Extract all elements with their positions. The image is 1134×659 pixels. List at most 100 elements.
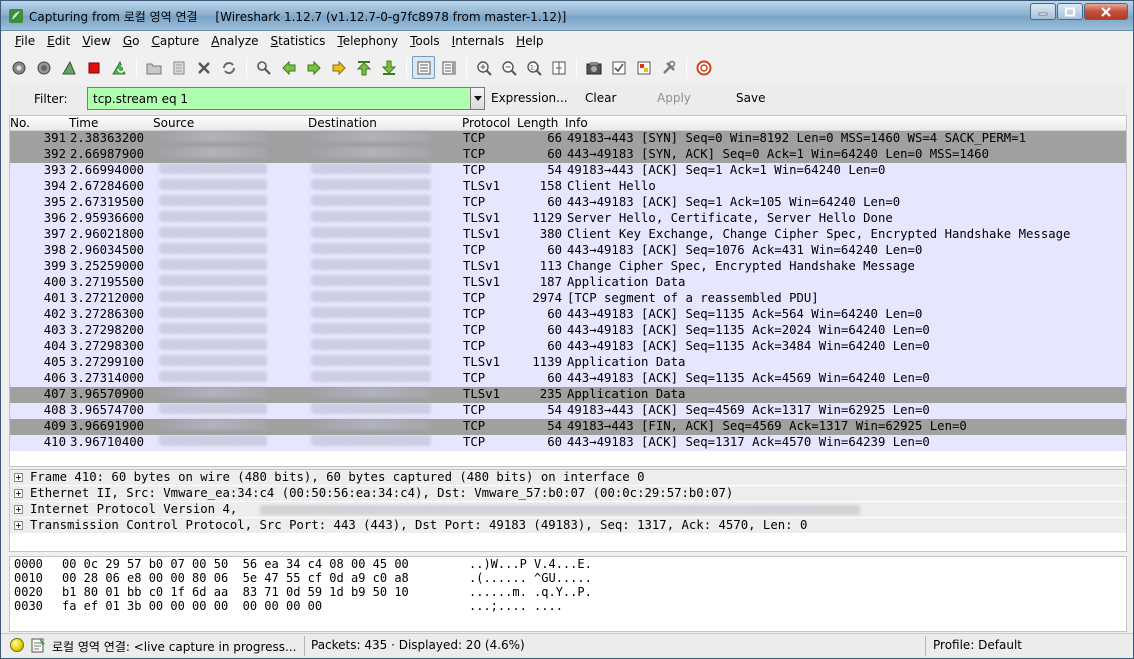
interface-list-icon[interactable] (7, 56, 30, 79)
menu-analyze[interactable]: Analyze (205, 32, 264, 52)
zoom-out-icon[interactable] (497, 56, 520, 79)
expression-button[interactable]: Expression... (491, 91, 568, 105)
menu-help[interactable]: Help (510, 32, 549, 52)
packet-row[interactable]: 409 3.96691900 TCP 54 49183→443 [FIN, ACK] S… (10, 419, 1126, 435)
column-header-source[interactable]: Source (153, 116, 194, 130)
stop-capture-icon[interactable] (82, 56, 105, 79)
detail-tree-item[interactable]: Ethernet II, Src: Vmware_ea:34:c4 (00:50… (10, 486, 1126, 502)
menu-tools[interactable]: Tools (404, 32, 446, 52)
minimize-button[interactable] (1030, 3, 1056, 20)
coloring-rules-icon[interactable] (632, 56, 655, 79)
go-forward-icon[interactable] (302, 56, 325, 79)
go-to-packet-icon[interactable] (327, 56, 350, 79)
packet-row[interactable]: 400 3.27195500 TLSv1 187 Application Data (10, 275, 1126, 291)
help-icon[interactable] (692, 56, 715, 79)
packet-row[interactable]: 396 2.95936600 TLSv1 1129 Server Hello, Cert… (10, 211, 1126, 227)
menu-edit[interactable]: Edit (41, 32, 76, 52)
packet-row[interactable]: 407 3.96570900 TLSv1 235 Application Data (10, 387, 1126, 403)
packet-row[interactable]: 392 2.66987900 TCP 60 443→49183 [SYN, ACK] S… (10, 147, 1126, 163)
packet-list: No. Time Source Destination Protocol Len… (9, 115, 1127, 467)
hex-row[interactable]: 0020 b1 80 01 bb c0 1f 6d aa 83 71 0d 59 … (10, 585, 1126, 599)
column-header-time[interactable]: Time (69, 116, 98, 130)
save-filter-button[interactable]: Save (736, 91, 765, 105)
column-header-info[interactable]: Info (565, 116, 588, 130)
expand-icon[interactable] (14, 505, 23, 514)
colorize-icon[interactable] (412, 56, 435, 79)
packet-len-cell: 54 (547, 163, 562, 177)
redacted-address-cell (153, 211, 437, 227)
clear-button[interactable]: Clear (585, 91, 616, 105)
hex-row[interactable]: 0010 00 28 06 e8 00 00 80 06 5e 47 55 cf … (10, 571, 1126, 585)
packet-no-cell: 392 (43, 147, 66, 161)
save-file-icon[interactable] (167, 56, 190, 79)
column-header-no[interactable]: No. (10, 116, 30, 130)
packet-row[interactable]: 402 3.27286300 TCP 60 443→49183 [ACK] Seq=11… (10, 307, 1126, 323)
packet-row[interactable]: 395 2.67319500 TCP 60 443→49183 [ACK] Seq=1 … (10, 195, 1126, 211)
expand-icon[interactable] (14, 489, 23, 498)
maximize-button[interactable] (1057, 3, 1083, 20)
packet-len-cell: 60 (547, 435, 562, 449)
menu-go[interactable]: Go (117, 32, 146, 52)
detail-tree-item[interactable]: Internet Protocol Version 4, (10, 502, 1126, 518)
menu-statistics[interactable]: Statistics (265, 32, 332, 52)
restart-capture-icon[interactable] (107, 56, 130, 79)
window-title: Capturing from 로컬 영역 연결 (29, 10, 198, 24)
profile-text[interactable]: Profile: Default (933, 638, 1022, 652)
packet-len-cell: 54 (547, 403, 562, 417)
packet-row[interactable]: 406 3.27314000 TCP 60 443→49183 [ACK] Seq=11… (10, 371, 1126, 387)
go-last-icon[interactable] (377, 56, 400, 79)
menu-view[interactable]: View (76, 32, 116, 52)
packet-row[interactable]: 399 3.25259000 TLSv1 113 Change Cipher Spec,… (10, 259, 1126, 275)
packet-info-cell: 443→49183 [ACK] Seq=1317 Ack=4570 Win=64… (567, 435, 930, 449)
reload-icon[interactable] (217, 56, 240, 79)
go-first-icon[interactable] (352, 56, 375, 79)
column-header-destination[interactable]: Destination (308, 116, 377, 130)
menu-internals[interactable]: Internals (446, 32, 511, 52)
packet-row[interactable]: 401 3.27212000 TCP 2974 [TCP segment of a re… (10, 291, 1126, 307)
expand-icon[interactable] (14, 473, 23, 482)
menu-telephony[interactable]: Telephony (331, 32, 404, 52)
expert-info-icon[interactable] (10, 638, 24, 652)
packet-len-cell: 60 (547, 323, 562, 337)
close-file-icon[interactable] (192, 56, 215, 79)
packet-proto-cell: TCP (463, 291, 486, 305)
packet-row[interactable]: 394 2.67284600 TLSv1 158 Client Hello (10, 179, 1126, 195)
packet-no-cell: 393 (43, 163, 66, 177)
open-file-icon[interactable] (142, 56, 165, 79)
packet-row[interactable]: 405 3.27299100 TLSv1 1139 Application Data (10, 355, 1126, 371)
display-filters-icon[interactable] (607, 56, 630, 79)
menu-capture[interactable]: Capture (145, 32, 205, 52)
zoom-in-icon[interactable] (472, 56, 495, 79)
autoscroll-icon[interactable] (437, 56, 460, 79)
zoom-normal-icon[interactable]: 1:1 (522, 56, 545, 79)
packet-row[interactable]: 397 2.96021800 TLSv1 380 Client Key Exchange… (10, 227, 1126, 243)
expand-icon[interactable] (14, 521, 23, 530)
packet-row[interactable]: 391 2.38363200 TCP 66 49183→443 [SYN] Seq=0 … (10, 131, 1126, 147)
column-header-length[interactable]: Length (517, 116, 558, 130)
packet-row[interactable]: 404 3.27298300 TCP 60 443→49183 [ACK] Seq=11… (10, 339, 1126, 355)
apply-button[interactable]: Apply (657, 91, 691, 105)
packet-row[interactable]: 393 2.66994000 TCP 54 49183→443 [ACK] Seq=1 … (10, 163, 1126, 179)
go-back-icon[interactable] (277, 56, 300, 79)
find-packet-icon[interactable] (252, 56, 275, 79)
capture-filters-icon[interactable] (582, 56, 605, 79)
capture-options-icon[interactable] (32, 56, 55, 79)
display-filter-input[interactable]: tcp.stream eq 1 (87, 87, 471, 110)
preferences-icon[interactable] (657, 56, 680, 79)
column-header-protocol[interactable]: Protocol (462, 116, 510, 130)
menu-file[interactable]: File (9, 32, 41, 52)
packet-row[interactable]: 408 3.96574700 TCP 54 49183→443 [ACK] Seq=45… (10, 403, 1126, 419)
close-button[interactable] (1084, 3, 1128, 20)
start-capture-icon[interactable] (57, 56, 80, 79)
hex-row[interactable]: 0030 fa ef 01 3b 00 00 00 00 00 00 00 00.… (10, 599, 1126, 613)
packet-row[interactable]: 398 2.96034500 TCP 60 443→49183 [ACK] Seq=10… (10, 243, 1126, 259)
capture-comment-icon[interactable] (30, 637, 46, 653)
wireshark-window: Capturing from 로컬 영역 연결 [Wireshark 1.12.… (0, 0, 1134, 659)
hex-row[interactable]: 0000 00 0c 29 57 b0 07 00 50 56 ea 34 c4 … (10, 557, 1126, 571)
packet-row[interactable]: 403 3.27298200 TCP 60 443→49183 [ACK] Seq=11… (10, 323, 1126, 339)
detail-tree-item[interactable]: Frame 410: 60 bytes on wire (480 bits), … (10, 470, 1126, 486)
packet-row[interactable]: 410 3.96710400 TCP 60 443→49183 [ACK] Seq=13… (10, 435, 1126, 451)
detail-tree-item[interactable]: Transmission Control Protocol, Src Port:… (10, 518, 1126, 534)
filter-dropdown-button[interactable] (470, 87, 485, 110)
resize-columns-icon[interactable] (547, 56, 570, 79)
